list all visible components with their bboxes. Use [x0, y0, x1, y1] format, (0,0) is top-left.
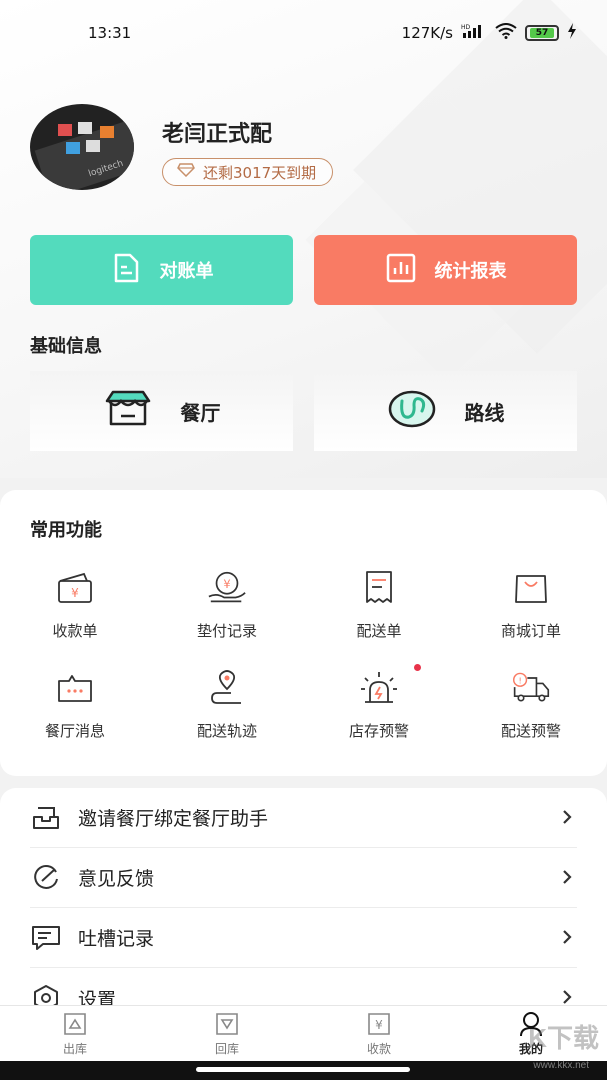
tab-outbound-label: 出库: [62, 1041, 87, 1056]
tab-inbound-label: 回库: [214, 1041, 239, 1056]
reconciliation-label: 对账单: [159, 261, 214, 282]
restaurant-label: 餐厅: [180, 400, 221, 425]
func-mall-orders[interactable]: 商城订单: [456, 568, 606, 641]
inbound-icon: [213, 1012, 241, 1036]
hand-coin-icon: ¥: [207, 568, 247, 608]
tab-outbound[interactable]: 出库: [0, 1006, 150, 1062]
menu-feedback-label: 意见反馈: [78, 868, 155, 890]
svg-text:¥: ¥: [375, 1018, 383, 1032]
func-payment-receipt-label: 收款单: [52, 622, 98, 640]
restaurant-card[interactable]: 餐厅: [30, 371, 293, 451]
func-delivery-track[interactable]: 配送轨迹: [152, 668, 302, 741]
svg-text:!: !: [518, 675, 521, 685]
reconciliation-button[interactable]: 对账单: [30, 235, 293, 305]
status-bar: 13:31 127K/s HD 57: [0, 0, 607, 66]
location-track-icon: [207, 668, 247, 708]
comment-icon: [30, 922, 62, 954]
func-restaurant-messages-label: 餐厅消息: [44, 722, 105, 740]
home-indicator[interactable]: [196, 1067, 410, 1072]
feedback-icon: [30, 862, 62, 894]
chevron-right-icon: [561, 808, 573, 830]
func-advance-records[interactable]: ¥ 垫付记录: [152, 568, 302, 641]
menu-feedback[interactable]: 意见反馈: [30, 848, 577, 908]
alarm-light-icon: [359, 668, 399, 708]
shopping-bag-icon: [511, 568, 551, 608]
menu-complaint-records-label: 吐槽记录: [78, 928, 155, 950]
expire-badge: 还剩3017天到期: [162, 158, 334, 186]
basic-info-title: 基础信息: [30, 336, 102, 357]
battery-level: 57: [530, 28, 554, 38]
notification-dot: [414, 664, 421, 671]
common-functions-title: 常用功能: [30, 520, 102, 541]
menu-complaint-records[interactable]: 吐槽记录: [30, 908, 577, 968]
wifi-icon: [495, 23, 517, 43]
wallet-yuan-icon: ¥: [55, 568, 95, 608]
inbox-icon: [30, 802, 62, 834]
menu-invite-restaurant[interactable]: 邀请餐厅绑定餐厅助手: [30, 788, 577, 848]
receipt-icon: [359, 568, 399, 608]
func-payment-receipt[interactable]: ¥ 收款单: [0, 568, 150, 641]
watermark-url: www.kkx.net: [533, 1060, 589, 1071]
truck-alert-icon: !: [511, 668, 551, 708]
document-icon: [110, 252, 142, 289]
status-time: 13:31: [88, 24, 132, 42]
user-name: 老闫正式配: [162, 122, 273, 147]
stats-report-label: 统计报表: [434, 261, 507, 282]
svg-text:¥: ¥: [223, 577, 230, 591]
message-icon: [55, 668, 95, 708]
func-advance-records-label: 垫付记录: [196, 622, 257, 640]
battery-icon: 57: [525, 25, 559, 41]
func-stock-alert[interactable]: 店存预警: [304, 668, 454, 741]
collect-icon: ¥: [365, 1012, 393, 1036]
func-delivery-track-label: 配送轨迹: [196, 722, 257, 740]
func-mall-orders-label: 商城订单: [500, 622, 561, 640]
func-delivery-order[interactable]: 配送单: [304, 568, 454, 641]
expire-text: 还剩3017天到期: [203, 163, 317, 182]
route-label: 路线: [464, 400, 505, 425]
watermark: K下载: [528, 1023, 599, 1053]
tab-collect-label: 收款: [366, 1041, 391, 1056]
menu-invite-restaurant-label: 邀请餐厅绑定餐厅助手: [78, 808, 269, 830]
avatar[interactable]: logitech: [30, 104, 134, 190]
diamond-icon: [177, 163, 195, 181]
outbound-icon: [61, 1012, 89, 1036]
hd-signal-icon: HD: [461, 23, 487, 43]
menu-list: 邀请餐厅绑定餐厅助手 意见反馈 吐槽记录 设置: [0, 788, 607, 1018]
func-restaurant-messages[interactable]: 餐厅消息: [0, 668, 150, 741]
chevron-right-icon: [561, 928, 573, 950]
stats-report-button[interactable]: 统计报表: [314, 235, 577, 305]
func-delivery-order-label: 配送单: [356, 622, 402, 640]
func-delivery-alert[interactable]: ! 配送预警: [456, 668, 606, 741]
route-icon: [387, 389, 437, 434]
common-functions-card: 常用功能 ¥ 收款单 ¥ 垫付记录 配送单 商城订单 餐厅消息 配送轨迹 店存预…: [0, 490, 607, 776]
chevron-right-icon: [561, 868, 573, 890]
svg-text:¥: ¥: [71, 586, 79, 600]
bar-chart-icon: [385, 252, 417, 289]
func-stock-alert-label: 店存预警: [348, 722, 409, 740]
tab-collect[interactable]: ¥ 收款: [304, 1006, 454, 1062]
bottom-tab-bar: 出库 回库 ¥ 收款 我的: [0, 1005, 607, 1061]
shop-icon: [103, 389, 153, 434]
route-card[interactable]: 路线: [314, 371, 577, 451]
func-delivery-alert-label: 配送预警: [500, 722, 561, 740]
svg-text:HD: HD: [461, 24, 471, 31]
tab-inbound[interactable]: 回库: [152, 1006, 302, 1062]
charging-icon: [567, 23, 577, 43]
network-speed: 127K/s: [401, 24, 453, 42]
